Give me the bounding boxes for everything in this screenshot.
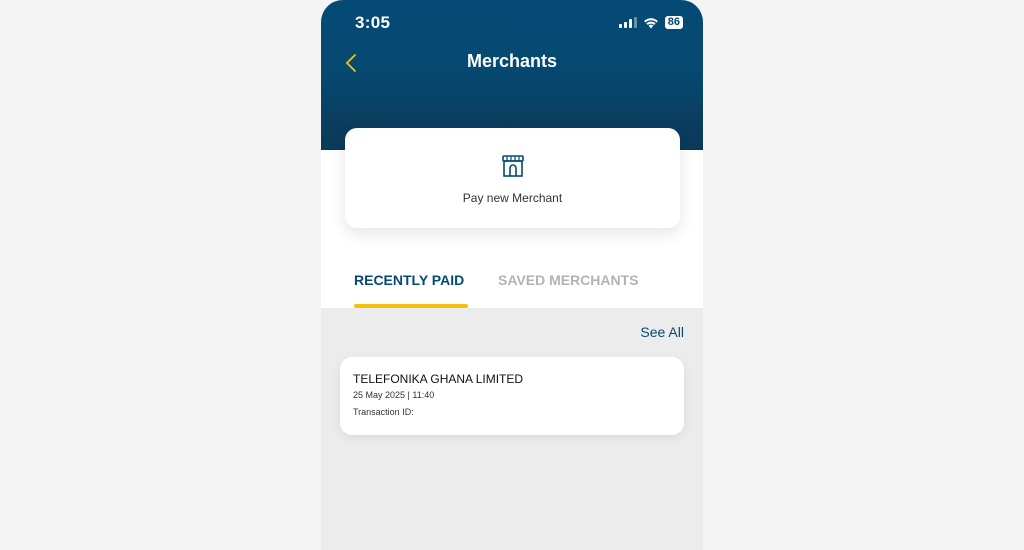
see-all-link[interactable]: See All — [640, 324, 684, 340]
transaction-id-label: Transaction ID: — [353, 407, 414, 417]
merchant-name: TELEFONIKA GHANA LIMITED — [353, 372, 524, 386]
phone-screen: 3:05 86 Merchants Pay new Merchant RECEN… — [321, 0, 703, 550]
tab-bar: RECENTLY PAID SAVED MERCHANTS — [321, 262, 703, 308]
signal-icon — [618, 17, 637, 28]
status-time: 3:05 — [355, 13, 391, 32]
tab-saved-merchants[interactable]: SAVED MERCHANTS — [498, 272, 639, 288]
pay-new-merchant-card[interactable]: Pay new Merchant — [345, 128, 680, 228]
recent-transactions-area: See All TELEFONIKA GHANA LIMITED 25 May … — [321, 308, 703, 550]
wifi-icon — [643, 17, 658, 28]
transaction-datetime: 25 May 2025 | 11:40 — [353, 390, 435, 400]
status-icons: 86 — [618, 16, 683, 29]
tab-recently-paid[interactable]: RECENTLY PAID — [354, 272, 464, 288]
battery-icon: 86 — [664, 16, 683, 29]
transaction-card[interactable]: TELEFONIKA GHANA LIMITED 25 May 2025 | 1… — [340, 357, 684, 435]
pay-new-merchant-label: Pay new Merchant — [462, 191, 563, 205]
page-title: Merchants — [466, 51, 558, 71]
store-icon — [502, 155, 524, 177]
